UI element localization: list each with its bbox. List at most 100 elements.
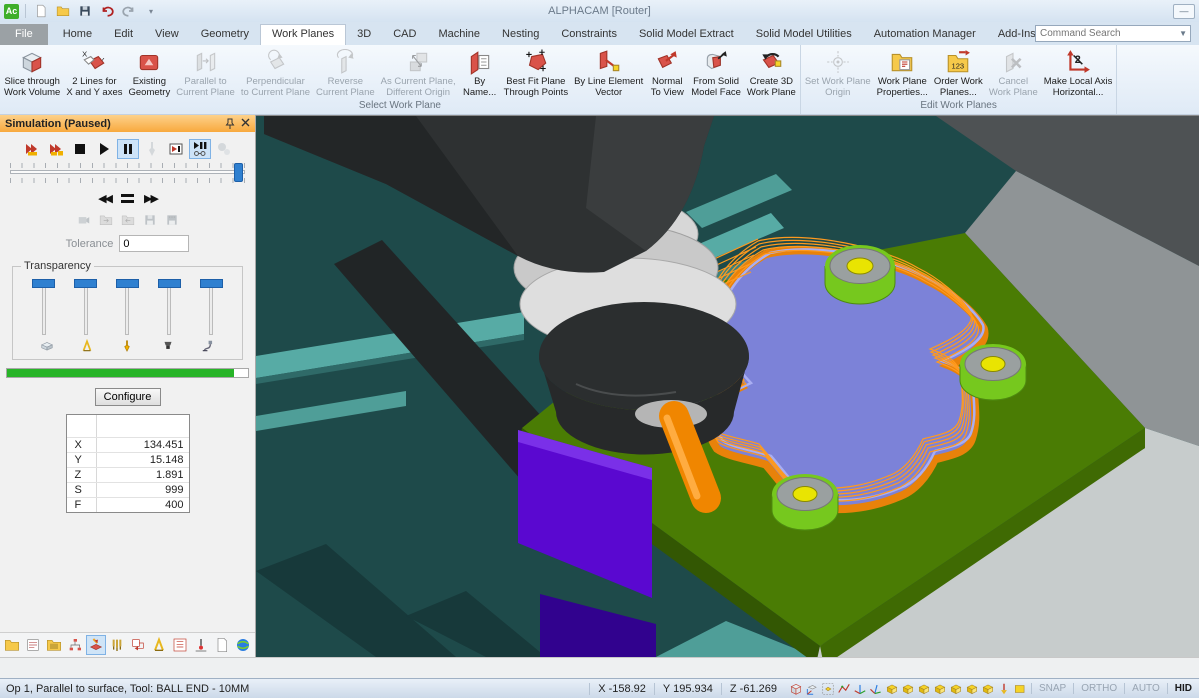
stop-button[interactable] [69, 139, 91, 159]
step-back-button[interactable]: ◀◀ [98, 192, 111, 205]
app-logo-icon[interactable]: Ac [4, 4, 19, 19]
polyline-icon[interactable] [837, 682, 851, 696]
tools-tab-icon[interactable] [107, 635, 127, 655]
ribbon-slice-through-work-volume[interactable]: Slice throughWork Volume [1, 46, 63, 99]
play-button[interactable] [93, 139, 115, 159]
ribbon-create-3d-work-plane[interactable]: Create 3DWork Plane [744, 46, 799, 99]
command-search[interactable]: ▼ [1035, 25, 1191, 42]
project-tab-icon[interactable] [2, 635, 22, 655]
open-file-icon[interactable] [54, 2, 72, 20]
tab-cad[interactable]: CAD [382, 24, 427, 45]
axes-local-icon[interactable] [869, 682, 883, 696]
run-to-break-button[interactable] [165, 139, 187, 159]
slider-thumb[interactable] [158, 279, 181, 288]
viewport-3d[interactable] [256, 115, 1199, 657]
configure-button[interactable]: Configure [95, 388, 161, 406]
probe-tab-icon[interactable] [191, 635, 211, 655]
tab-file[interactable]: File [0, 24, 48, 45]
tab-geometry[interactable]: Geometry [190, 24, 260, 45]
workplane-cube-icon[interactable] [933, 682, 947, 696]
command-search-input[interactable] [1036, 28, 1179, 39]
simulation-tab-icon[interactable] [86, 635, 106, 655]
workplane-cube-icon[interactable] [917, 682, 931, 696]
layers-tab-icon[interactable] [23, 635, 43, 655]
post-tab-icon[interactable] [128, 635, 148, 655]
pause-bars-button[interactable] [121, 194, 134, 203]
close-icon[interactable] [241, 118, 250, 127]
simulate-skip-button[interactable] [45, 139, 67, 159]
zoom-extents-icon[interactable] [821, 682, 835, 696]
ribbon-make-local-axis-horizontal[interactable]: Make Local AxisHorizontal... [1041, 46, 1116, 99]
operations-tab-icon[interactable] [65, 635, 85, 655]
ribbon-2-lines-xy[interactable]: 2 Lines forX and Y axes [63, 46, 125, 99]
slider-thumb[interactable] [32, 279, 55, 288]
toggle-ortho[interactable]: ORTHO [1073, 683, 1124, 694]
slider-thumb[interactable] [200, 279, 223, 288]
tab-view[interactable]: View [144, 24, 190, 45]
web-tab-icon[interactable] [233, 635, 253, 655]
slider-track[interactable] [10, 170, 245, 174]
flat-plane-icon[interactable] [1013, 682, 1027, 696]
transparency-slider-machine[interactable] [194, 276, 228, 335]
workplane-cube-icon[interactable] [981, 682, 995, 696]
axes-3d-icon[interactable] [853, 682, 867, 696]
save-file-icon[interactable] [76, 2, 94, 20]
readout-row-x: X134.451 [67, 437, 189, 452]
transparency-slider-clamp[interactable] [69, 276, 103, 335]
redo-icon[interactable] [120, 2, 138, 20]
tab-constraints[interactable]: Constraints [550, 24, 628, 45]
toggle-auto[interactable]: AUTO [1124, 683, 1167, 694]
cube-axes-icon[interactable] [805, 682, 819, 696]
transparency-slider-holder[interactable] [152, 276, 186, 335]
status-coord-y: Y 195.934 [654, 683, 721, 695]
slider-thumb[interactable] [74, 279, 97, 288]
ribbon-set-work-plane-origin: Set Work PlaneOrigin [802, 46, 874, 99]
tab-home[interactable]: Home [52, 24, 103, 45]
pause-at-links-button[interactable] [189, 139, 211, 159]
minimize-button[interactable]: — [1173, 4, 1195, 19]
tab-nesting[interactable]: Nesting [491, 24, 550, 45]
ribbon-normal-to-view[interactable]: NormalTo View [646, 46, 688, 99]
slider-thumb[interactable] [234, 163, 243, 182]
slider-thumb[interactable] [116, 279, 139, 288]
ribbon-from-solid-model-face[interactable]: From SolidModel Face [688, 46, 744, 99]
tab-edit[interactable]: Edit [103, 24, 144, 45]
new-file-icon[interactable] [32, 2, 50, 20]
tab-3d[interactable]: 3D [346, 24, 382, 45]
simulation-position-slider[interactable] [0, 159, 255, 183]
step-forward-button[interactable]: ▶▶ [144, 192, 157, 205]
ribbon-by-name[interactable]: ByName... [459, 46, 501, 99]
nc-code-tab-icon[interactable] [170, 635, 190, 655]
pause-button[interactable] [117, 139, 139, 159]
materials-tab-icon[interactable] [44, 635, 64, 655]
workplane-cube-icon[interactable] [885, 682, 899, 696]
qat-dropdown-icon[interactable]: ▾ [142, 2, 160, 20]
transparency-slider-tool[interactable] [110, 276, 144, 335]
tab-automation-manager[interactable]: Automation Manager [863, 24, 987, 45]
tab-solid-model-extract[interactable]: Solid Model Extract [628, 24, 745, 45]
toggle-hide[interactable]: HID [1167, 683, 1199, 694]
workplane-cube-icon[interactable] [901, 682, 915, 696]
pin-icon[interactable] [225, 118, 235, 129]
workplane-cube-icon[interactable] [965, 682, 979, 696]
clamps-tab-icon[interactable] [149, 635, 169, 655]
tab-solid-model-utilities[interactable]: Solid Model Utilities [745, 24, 863, 45]
tolerance-input[interactable] [119, 235, 189, 252]
tab-machine[interactable]: Machine [427, 24, 491, 45]
chevron-down-icon[interactable]: ▼ [1179, 29, 1190, 38]
ribbon-existing-geometry[interactable]: ExistingGeometry [126, 46, 174, 99]
iso-view-icon[interactable] [789, 682, 803, 696]
ribbon-order-work-planes[interactable]: Order WorkPlanes... [931, 46, 986, 99]
toggle-snap[interactable]: SNAP [1031, 683, 1073, 694]
workplane-cube-icon[interactable] [949, 682, 963, 696]
z-down-icon[interactable] [997, 682, 1011, 696]
simulate-fast-button[interactable] [21, 139, 43, 159]
tab-work-planes[interactable]: Work Planes [260, 24, 346, 45]
sim-settings-button [213, 139, 235, 159]
ribbon-work-plane-properties[interactable]: Work PlaneProperties... [874, 46, 931, 99]
ribbon-by-line-element-vector[interactable]: By Line ElementVector [571, 46, 646, 99]
notes-tab-icon[interactable] [212, 635, 232, 655]
ribbon-best-fit-plane-through-points[interactable]: Best Fit PlaneThrough Points [501, 46, 571, 99]
undo-icon[interactable] [98, 2, 116, 20]
transparency-slider-material[interactable] [27, 276, 61, 335]
